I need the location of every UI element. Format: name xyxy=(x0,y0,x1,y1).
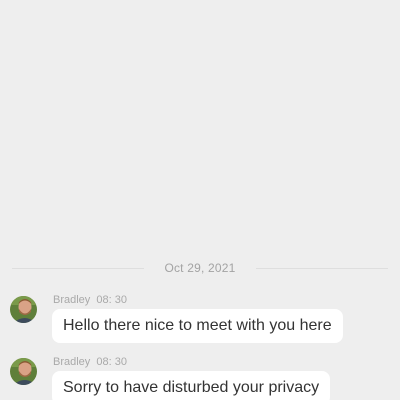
chat-message: Bradley 08: 30 Hello there nice to meet … xyxy=(10,294,400,354)
message-meta: Bradley 08: 30 xyxy=(53,294,127,306)
message-time: 08: 30 xyxy=(96,294,127,306)
date-divider: Oct 29, 2021 xyxy=(12,258,388,278)
date-divider-label: Oct 29, 2021 xyxy=(164,261,236,275)
avatar-icon xyxy=(10,296,37,323)
message-time: 08: 30 xyxy=(96,356,127,368)
message-bubble[interactable]: Hello there nice to meet with you here xyxy=(52,309,343,343)
sender-avatar[interactable] xyxy=(10,296,37,323)
avatar-icon xyxy=(10,358,37,385)
chat-message: Bradley 08: 30 Sorry to have disturbed y… xyxy=(10,356,400,400)
divider-line-right xyxy=(255,267,388,269)
sender-name: Bradley xyxy=(53,356,91,368)
message-bubble[interactable]: Sorry to have disturbed your privacy xyxy=(52,371,331,400)
chat-message-area[interactable]: Oct 29, 2021 Bradley 08: 30 Hello there … xyxy=(0,0,400,400)
divider-line-left xyxy=(12,267,145,269)
message-meta: Bradley 08: 30 xyxy=(53,356,127,368)
sender-avatar[interactable] xyxy=(10,358,37,385)
sender-name: Bradley xyxy=(53,294,91,306)
